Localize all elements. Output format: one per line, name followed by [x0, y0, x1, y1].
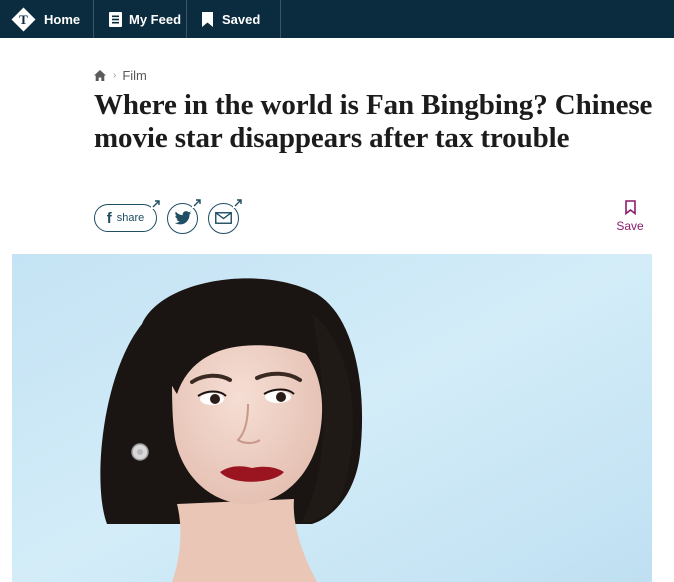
- nav-home-label: Home: [44, 11, 81, 27]
- portrait-photo: [12, 254, 652, 582]
- bookmark-icon: [202, 11, 213, 27]
- save-label: Save: [616, 219, 644, 233]
- facebook-share-label: share: [116, 212, 145, 224]
- twitter-bird-icon: [174, 210, 191, 224]
- telegraph-logo-icon: T: [11, 7, 36, 31]
- save-article-button[interactable]: Save: [612, 200, 648, 233]
- external-link-icon: [233, 197, 243, 208]
- nav-saved-link[interactable]: Saved: [187, 0, 281, 38]
- article-headline: Where in the world is Fan Bingbing? Chin…: [94, 89, 653, 154]
- external-link-icon: [192, 197, 202, 208]
- facebook-icon: f: [106, 209, 112, 227]
- email-share-button[interactable]: [208, 197, 243, 234]
- nav-my-feed-label: My Feed: [129, 11, 182, 27]
- nav-saved-label: Saved: [222, 11, 261, 27]
- breadcrumb: › Film: [94, 67, 147, 83]
- envelope-icon: [215, 212, 232, 224]
- breadcrumb-section-link[interactable]: Film: [122, 68, 147, 83]
- chevron-right-icon: ›: [113, 69, 117, 81]
- top-navigation: T Home My Feed Saved: [0, 0, 674, 38]
- bookmark-outline-icon: [624, 200, 636, 216]
- nav-home-link[interactable]: T Home: [0, 0, 94, 38]
- external-link-icon: [151, 199, 161, 209]
- share-bar: f share: [94, 197, 243, 235]
- feed-icon: [109, 11, 122, 27]
- facebook-share-button[interactable]: f share: [94, 199, 161, 232]
- nav-my-feed-link[interactable]: My Feed: [94, 0, 187, 38]
- logo-letter: T: [19, 12, 28, 27]
- hero-image: [12, 254, 652, 582]
- home-icon[interactable]: [94, 69, 106, 81]
- twitter-share-button[interactable]: [167, 197, 202, 234]
